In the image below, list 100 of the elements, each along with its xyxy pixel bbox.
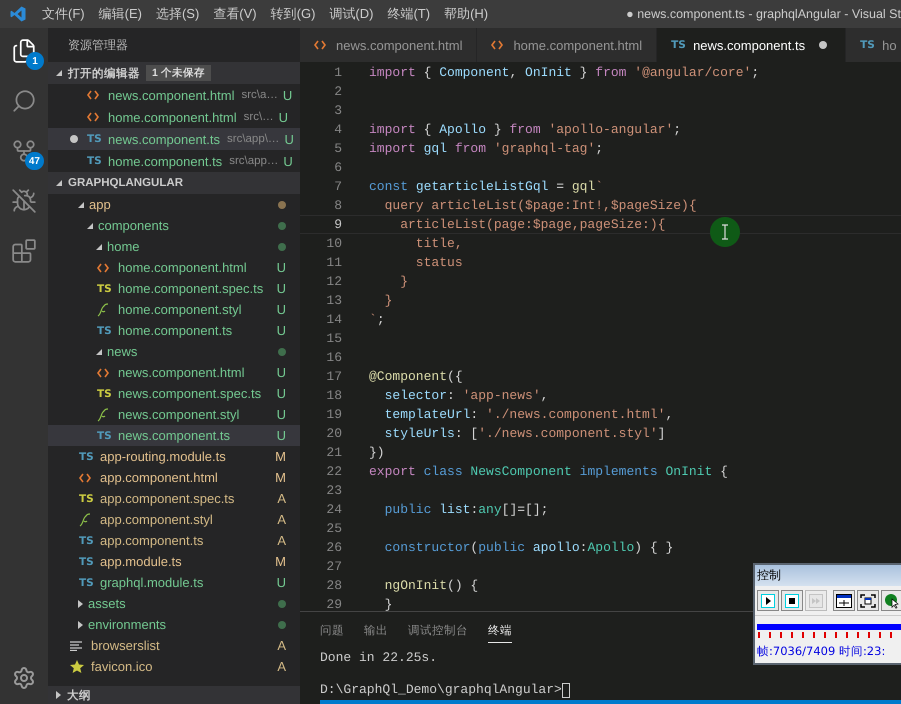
file-name: home.component.spec.ts bbox=[118, 281, 264, 296]
code-line: templateUrl: './news.component.html', bbox=[384, 407, 674, 422]
file-item[interactable]: browserslist A bbox=[48, 635, 300, 656]
pointer-icon bbox=[884, 592, 900, 608]
unsaved-badge: 1 个未保存 bbox=[146, 65, 211, 81]
editor-tab[interactable]: TS ho bbox=[846, 28, 901, 62]
file-item[interactable]: TS home.component.ts U bbox=[48, 320, 300, 341]
folder-item[interactable]: assets bbox=[48, 593, 300, 614]
menu-item[interactable]: 查看(V) bbox=[206, 5, 264, 23]
folder-item[interactable]: environments bbox=[48, 614, 300, 635]
section-header[interactable]: 大纲 bbox=[48, 686, 300, 704]
menu-item[interactable]: 文件(F) bbox=[35, 5, 92, 23]
line-number: 15 bbox=[325, 331, 342, 346]
git-status: U bbox=[276, 407, 286, 422]
file-name: favicon.ico bbox=[91, 659, 152, 674]
section-header[interactable]: 打开的编辑器 1 个未保存 bbox=[48, 62, 300, 84]
open-editor-item[interactable]: home.component.html src\… U bbox=[48, 106, 300, 128]
code-line: constructor(public apollo:Apollo) { } bbox=[384, 540, 674, 555]
ts-file-icon: TS bbox=[97, 282, 113, 294]
code-line: export class NewsComponent implements OnInit { bbox=[369, 464, 728, 479]
file-item[interactable]: TS app.module.ts M bbox=[48, 551, 300, 572]
ts-file-icon: TS bbox=[860, 39, 876, 51]
file-item[interactable]: news.component.styl U bbox=[48, 404, 300, 425]
code-brackets-icon bbox=[87, 112, 99, 122]
ts-file-icon: TS bbox=[87, 133, 103, 145]
count-badge: 47 bbox=[24, 152, 44, 170]
line-number: 29 bbox=[325, 597, 342, 611]
file-item[interactable]: TS news.component.ts U bbox=[48, 425, 300, 446]
playback-status: 帧:7036/7409 时间:23: bbox=[757, 644, 886, 659]
folder-item[interactable]: app bbox=[48, 194, 300, 215]
code-line: @Component({ bbox=[369, 369, 463, 384]
code-line: const getarticleListGql = gql` bbox=[369, 179, 604, 194]
file-item[interactable]: TS home.component.spec.ts U bbox=[48, 278, 300, 299]
file-item[interactable]: favicon.ico A bbox=[48, 656, 300, 677]
git-status: U bbox=[284, 132, 294, 146]
toolbar-button[interactable] bbox=[757, 590, 779, 611]
line-number: 3 bbox=[333, 103, 342, 118]
file-item[interactable]: TS app.component.spec.ts A bbox=[48, 488, 300, 509]
git-status: U bbox=[276, 302, 286, 317]
panel-tab[interactable]: 调试控制台 bbox=[408, 619, 468, 643]
files-icon bbox=[11, 38, 37, 64]
folder-item[interactable]: news bbox=[48, 341, 300, 362]
menu-item[interactable]: 编辑(E) bbox=[92, 5, 149, 23]
open-editor-item[interactable]: news.component.html src\a… U bbox=[48, 84, 300, 106]
cursor-highlight-icon bbox=[710, 217, 740, 247]
settings-icon[interactable] bbox=[12, 666, 36, 690]
file-name: news.component.html bbox=[118, 365, 244, 380]
toolbar-button[interactable] bbox=[857, 590, 879, 611]
ts-file-icon: TS bbox=[97, 324, 113, 336]
panel-tab[interactable]: 问题 bbox=[320, 619, 344, 643]
file-name: home.component.html bbox=[118, 260, 247, 275]
tab-label: news.component.ts bbox=[693, 38, 806, 52]
file-item[interactable]: TS app.component.ts A bbox=[48, 530, 300, 551]
editor-tab[interactable]: TS news.component.ts bbox=[657, 28, 846, 62]
git-status: M bbox=[275, 449, 286, 464]
editor-tab[interactable]: home.component.html bbox=[477, 28, 658, 62]
file-item[interactable]: TS news.component.spec.ts U bbox=[48, 383, 300, 404]
open-editor-item[interactable]: TS home.component.ts src\app… U bbox=[48, 150, 300, 172]
play-icon bbox=[761, 594, 775, 608]
timeline-track[interactable] bbox=[757, 624, 901, 630]
menu-item[interactable]: 调试(D) bbox=[322, 5, 380, 23]
fullscreen-icon bbox=[860, 594, 876, 608]
panel-tab[interactable]: 输出 bbox=[364, 619, 388, 643]
editor-tab[interactable]: news.component.html bbox=[300, 28, 478, 62]
file-item[interactable]: app.component.styl A bbox=[48, 509, 300, 530]
caret-icon bbox=[56, 180, 62, 186]
folder-item[interactable]: components bbox=[48, 215, 300, 236]
file-item[interactable]: home.component.html U bbox=[48, 257, 300, 278]
menu-item[interactable]: 转到(G) bbox=[264, 5, 322, 23]
activity-button[interactable]: 1 bbox=[4, 32, 44, 70]
line-number: 24 bbox=[325, 502, 342, 517]
file-item[interactable]: news.component.html U bbox=[48, 362, 300, 383]
line-number: 14 bbox=[325, 312, 342, 327]
code-line: import { Apollo } from 'apollo-angular'; bbox=[369, 122, 682, 137]
git-status: M bbox=[275, 470, 286, 485]
file-path: src\app\… bbox=[227, 133, 280, 145]
section-title: 大纲 bbox=[67, 688, 91, 702]
git-status: U bbox=[276, 428, 286, 443]
caret-icon bbox=[78, 202, 84, 208]
folder-item[interactable]: home bbox=[48, 236, 300, 257]
line-number: 16 bbox=[325, 350, 342, 365]
code-brackets-icon bbox=[79, 472, 91, 482]
toolbar-button[interactable] bbox=[833, 590, 855, 611]
open-editor-item[interactable]: TS news.component.ts src\app\… U bbox=[48, 128, 300, 150]
code-line: } bbox=[384, 293, 392, 308]
menu-item[interactable]: 选择(S) bbox=[148, 5, 206, 23]
section-header[interactable]: GRAPHQLANGULAR bbox=[48, 172, 300, 194]
code-brackets-icon bbox=[491, 40, 504, 50]
toolbar-button[interactable] bbox=[881, 590, 901, 611]
caret-icon bbox=[96, 348, 102, 354]
file-item[interactable]: app.component.html M bbox=[48, 467, 300, 488]
file-item[interactable]: home.component.styl U bbox=[48, 299, 300, 320]
activity-button[interactable]: 47 bbox=[4, 132, 44, 170]
menu-item[interactable]: 终端(T) bbox=[380, 5, 438, 23]
menu-item[interactable]: 帮助(H) bbox=[437, 5, 496, 23]
caret-icon bbox=[87, 222, 93, 228]
file-item[interactable]: TS graphql.module.ts U bbox=[48, 572, 300, 593]
panel-tab[interactable]: 终端 bbox=[488, 619, 512, 643]
toolbar-button[interactable] bbox=[781, 590, 803, 611]
file-item[interactable]: TS app-routing.module.ts M bbox=[48, 446, 300, 467]
